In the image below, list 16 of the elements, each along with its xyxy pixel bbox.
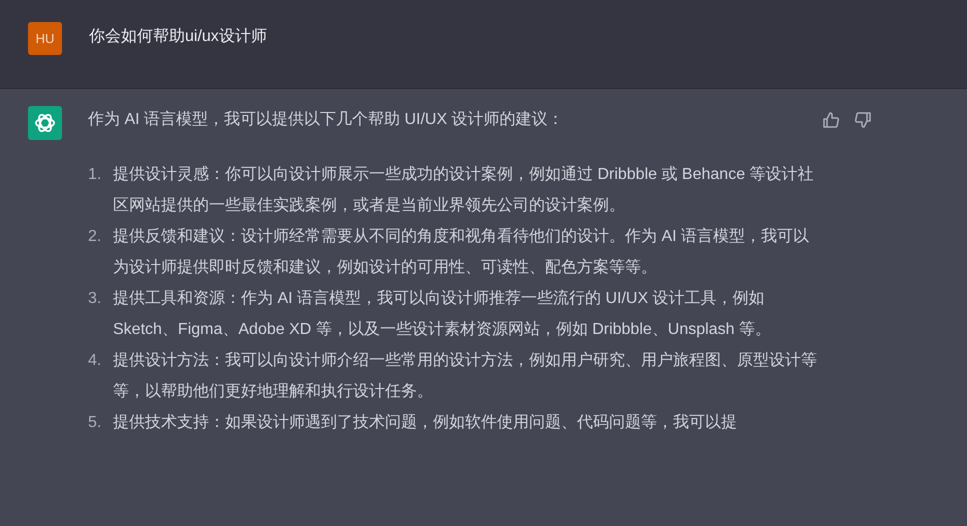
list-number: 4.	[88, 351, 102, 371]
list-number: 5.	[88, 413, 102, 433]
list-item-text: 提供设计灵感：你可以向设计师展示一些成功的设计案例，例如通过 Dribbble 或 Behance 等设计社区网站提供的一些最佳实践案例，或者是当前业界领先公司的设计案例。	[113, 164, 815, 216]
list-number: 2.	[88, 227, 102, 247]
list-number: 3.	[88, 289, 102, 309]
list-number: 1.	[88, 165, 102, 185]
assistant-intro: 作为 AI 语言模型，我可以提供以下几个帮助 UI/UX 设计师的建议：	[88, 110, 565, 130]
list-item-text: 提供设计方法：我可以向设计师介绍一些常用的设计方法，例如用户研究、用户旅程图、原型设计等等，以帮助他们更好地理解和执行设计任务。	[113, 350, 818, 402]
list-item-text: 提供工具和资源：作为 AI 语言模型，我可以向设计师推荐一些流行的 UI/UX 设计工具，例如 Sketch、Figma、Adobe XD 等，以及一些设计素材资源网站，例如 Dribbble、Unsplash 等。	[113, 288, 772, 340]
thumbs-down-icon	[854, 111, 872, 129]
thumbs-up-icon	[822, 111, 840, 129]
user-avatar: HU	[28, 22, 62, 55]
user-message: 你会如何帮助ui/ux设计师	[89, 26, 267, 47]
list-item-text: 提供反馈和建议：设计师经常需要从不同的角度和视角看待他们的设计。作为 AI 语言模型，我可以为设计师提供即时反馈和建议，例如设计的可用性、可读性、配色方案等等。	[113, 226, 810, 278]
list-item-text: 提供技术支持：如果设计师遇到了技术问题，例如软件使用问题、代码问题等，我可以提	[113, 412, 738, 433]
assistant-logo-icon	[28, 106, 62, 140]
